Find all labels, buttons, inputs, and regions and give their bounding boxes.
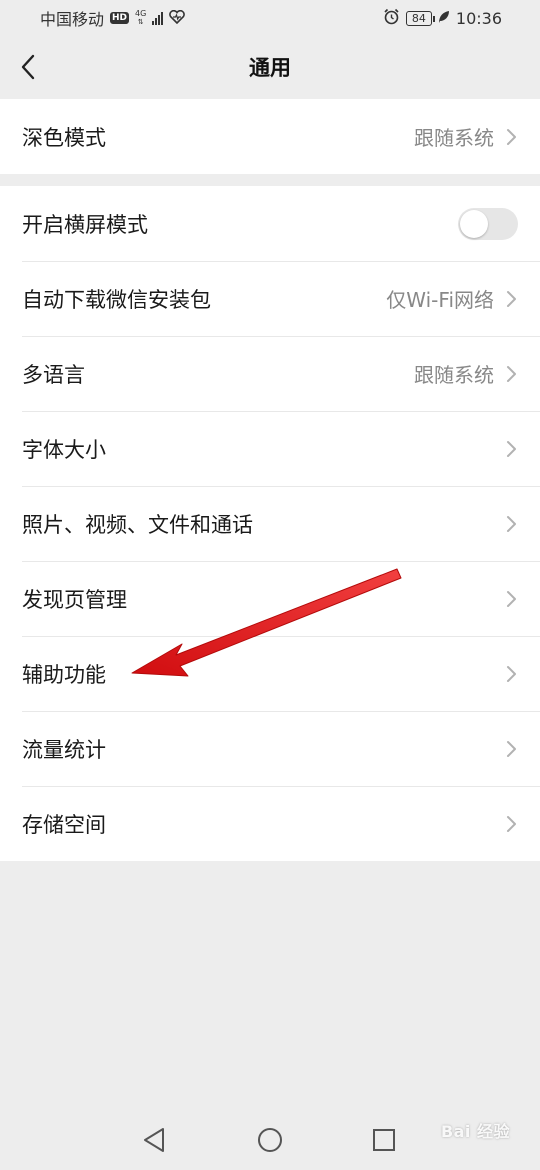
dark-mode-value: 跟随系统: [414, 126, 494, 150]
chevron-right-icon: [504, 664, 518, 684]
alarm-icon: [383, 8, 400, 29]
chevron-right-icon: [504, 514, 518, 534]
chevron-right-icon: [504, 739, 518, 759]
back-icon: [21, 54, 35, 80]
nav-recents-icon: [373, 1129, 395, 1151]
traffic-row[interactable]: 流量统计: [0, 711, 540, 786]
landscape-mode-row: 开启横屏模式: [0, 186, 540, 261]
nav-home-icon: [258, 1128, 282, 1152]
auto-download-label: 自动下载微信安装包: [22, 287, 211, 312]
status-right: 84 10:36: [383, 8, 502, 29]
dark-mode-row[interactable]: 深色模式 跟随系统: [0, 99, 540, 174]
storage-row[interactable]: 存储空间: [0, 786, 540, 861]
chevron-right-icon: [504, 814, 518, 834]
landscape-mode-label: 开启横屏模式: [22, 212, 148, 237]
landscape-mode-toggle[interactable]: [458, 207, 518, 240]
status-bar: 中国移动 HD 4G ⇅ 84 10:36: [0, 0, 540, 36]
accessibility-label: 辅助功能: [22, 662, 106, 687]
heart-icon: [169, 9, 186, 28]
language-label: 多语言: [22, 362, 85, 387]
nav-recents-button[interactable]: [364, 1120, 404, 1160]
language-value: 跟随系统: [414, 363, 494, 387]
discover-row[interactable]: 发现页管理: [0, 561, 540, 636]
battery-indicator: 84: [405, 10, 435, 26]
discover-label: 发现页管理: [22, 587, 127, 612]
chevron-right-icon: [504, 589, 518, 609]
signal-icon: [152, 11, 164, 25]
font-size-row[interactable]: 字体大小: [0, 411, 540, 486]
chevron-right-icon: [504, 289, 518, 309]
settings-group-display: 深色模式 跟随系统: [0, 99, 540, 174]
nav-home-button[interactable]: [250, 1120, 290, 1160]
watermark: Bai 经验: [440, 1122, 510, 1141]
status-left: 中国移动 HD 4G ⇅: [40, 6, 186, 30]
auto-download-value: 仅Wi-Fi网络: [386, 288, 494, 312]
traffic-label: 流量统计: [22, 737, 106, 762]
hd-badge: HD: [110, 12, 130, 24]
media-row[interactable]: 照片、视频、文件和通话: [0, 486, 540, 561]
chevron-right-icon: [504, 127, 518, 147]
network-type: 4G: [135, 9, 147, 18]
media-label: 照片、视频、文件和通话: [22, 512, 253, 537]
font-size-label: 字体大小: [22, 437, 106, 462]
settings-group-general: 开启横屏模式 自动下载微信安装包 仅Wi-Fi网络 多语言 跟随系统 字体大小 …: [0, 186, 540, 861]
chevron-right-icon: [504, 364, 518, 384]
toggle-knob: [460, 209, 488, 238]
network-indicator: 4G ⇅: [135, 9, 147, 27]
navigation-header: 通用: [0, 36, 540, 98]
nav-back-button[interactable]: [134, 1120, 174, 1160]
auto-download-row[interactable]: 自动下载微信安装包 仅Wi-Fi网络: [0, 261, 540, 336]
leaf-icon: [438, 9, 450, 28]
back-button[interactable]: [14, 50, 42, 84]
clock-time: 10:36: [455, 8, 502, 28]
language-row[interactable]: 多语言 跟随系统: [0, 336, 540, 411]
page-title: 通用: [249, 56, 291, 80]
carrier-label: 中国移动: [40, 10, 105, 29]
accessibility-row[interactable]: 辅助功能: [0, 636, 540, 711]
chevron-right-icon: [504, 439, 518, 459]
dark-mode-label: 深色模式: [22, 125, 106, 150]
nav-back-icon: [144, 1128, 164, 1152]
storage-label: 存储空间: [22, 812, 106, 837]
